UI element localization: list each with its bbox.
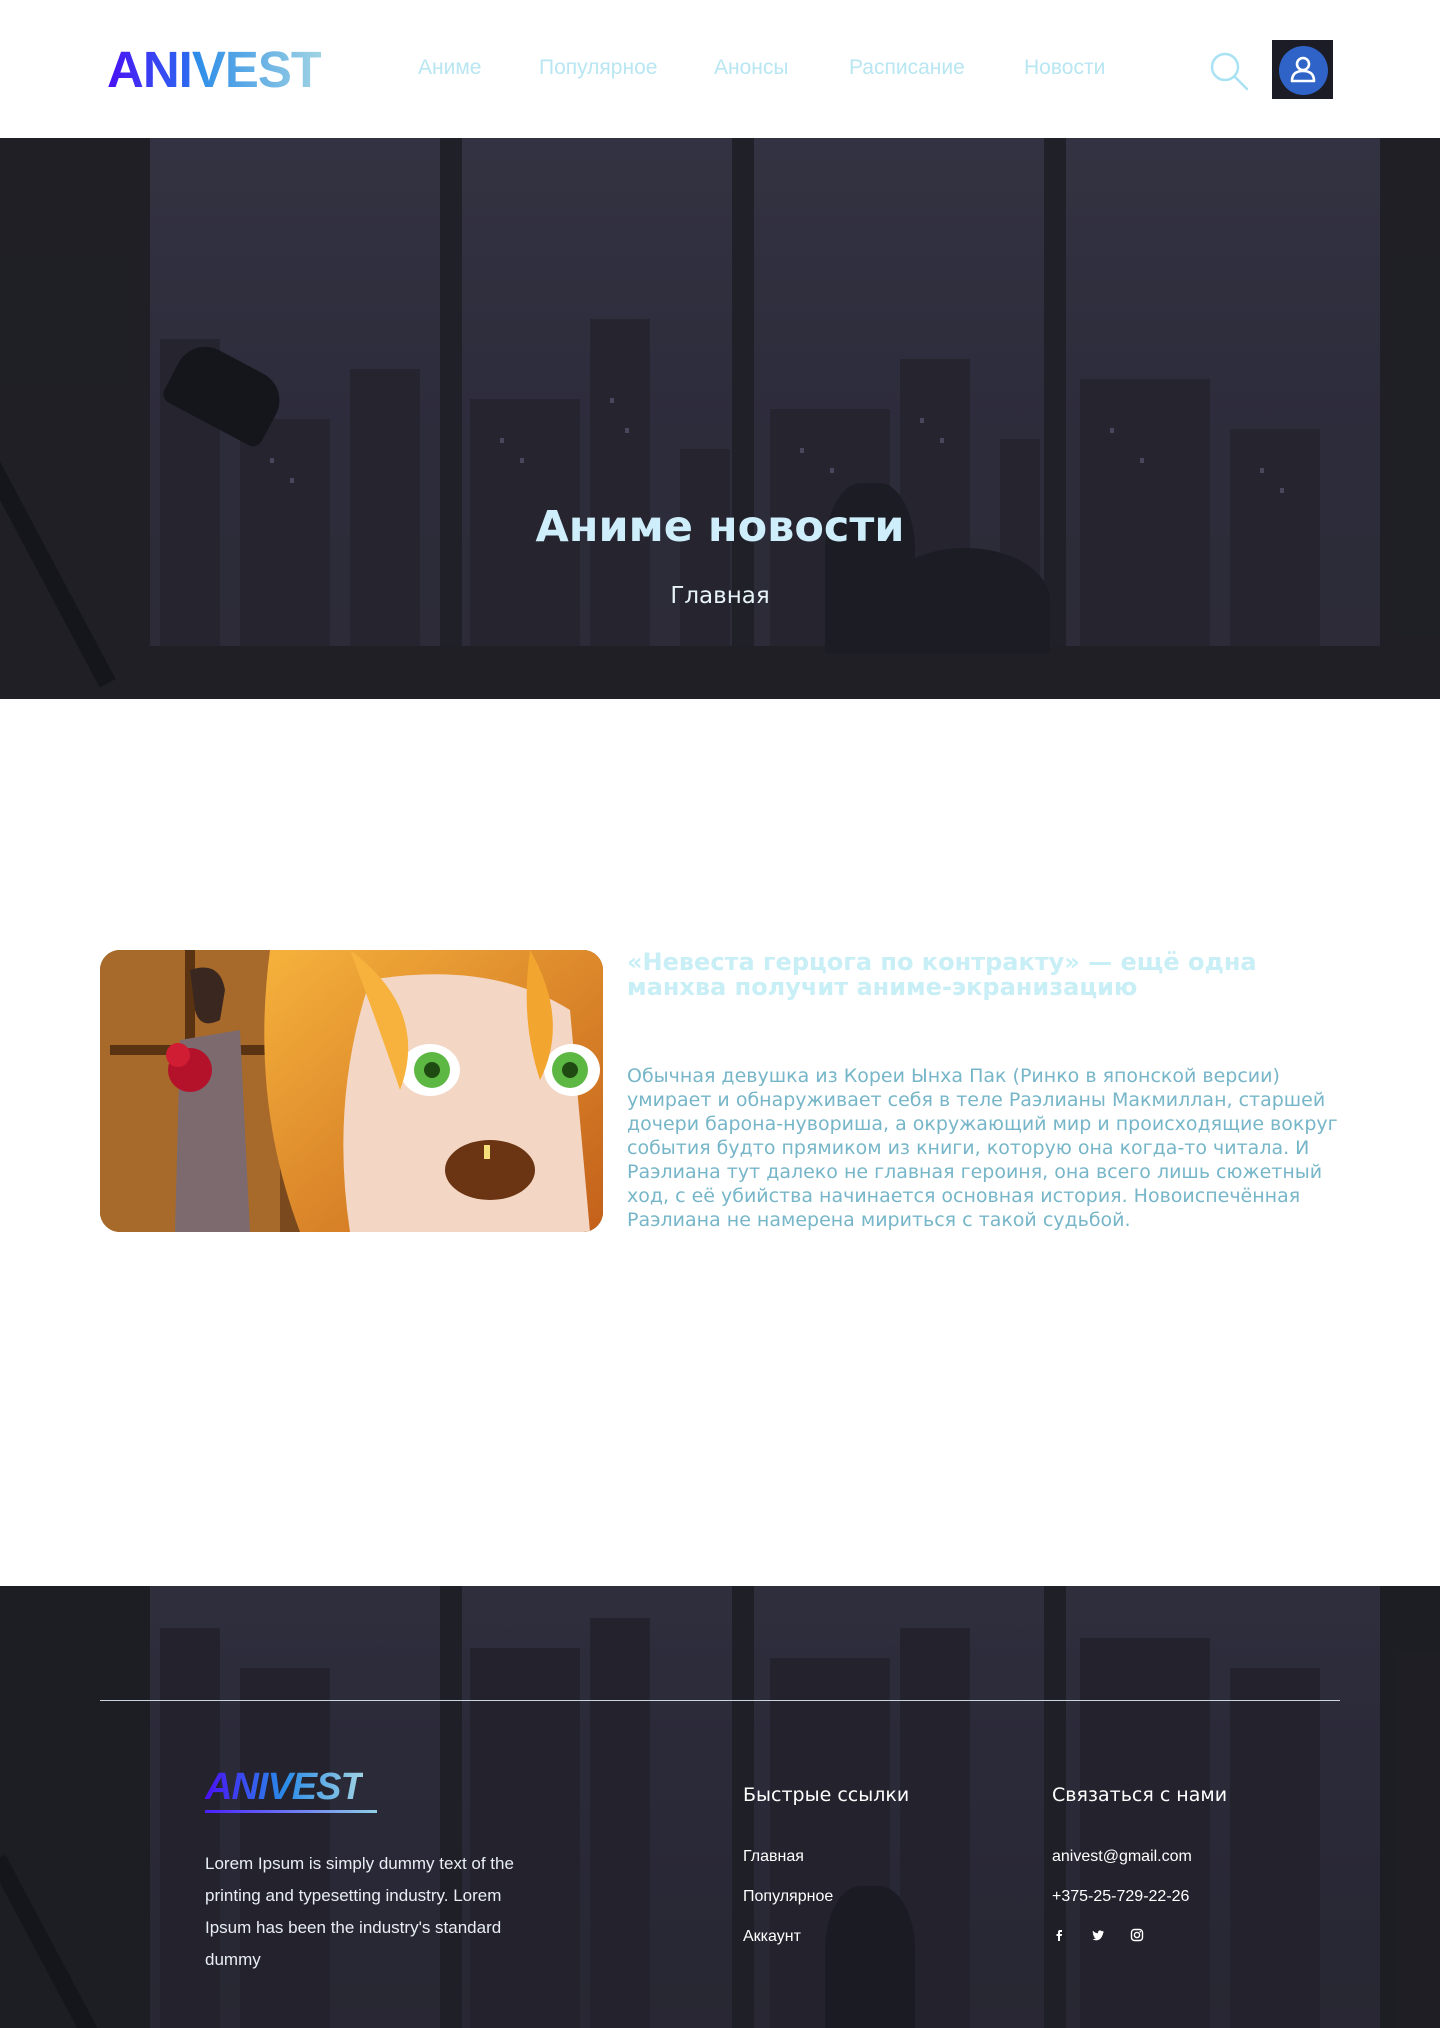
footer-divider	[100, 1700, 1340, 1701]
footer-logo[interactable]: ANIVEST	[205, 1766, 364, 1809]
nav-item-schedule[interactable]: Расписание	[849, 56, 965, 80]
article-title[interactable]: «Невеста герцога по контракту» — ещё одн…	[627, 950, 1347, 1000]
contact-heading: Связаться с нами	[1052, 1784, 1228, 1806]
nav-item-news[interactable]: Новости	[1024, 56, 1105, 80]
account-button[interactable]	[1272, 40, 1333, 99]
footer-logo-underline	[205, 1810, 377, 1813]
search-icon[interactable]	[1209, 51, 1249, 91]
nav-item-popular[interactable]: Популярное	[539, 56, 657, 80]
footer-link-home[interactable]: Главная	[743, 1848, 804, 1866]
site-footer: ANIVEST Lorem Ipsum is simply dummy text…	[0, 1586, 1440, 2028]
article-image[interactable]	[100, 950, 603, 1232]
site-logo[interactable]: ANIVEST	[107, 40, 322, 99]
site-header: ANIVEST Аниме Популярное Анонсы Расписан…	[0, 0, 1440, 138]
footer-about-text: Lorem Ipsum is simply dummy text of the …	[205, 1854, 514, 1969]
twitter-icon[interactable]	[1091, 1928, 1105, 1942]
logo-text-part1: ANI	[107, 41, 193, 98]
nav-item-anime[interactable]: Аниме	[418, 56, 481, 80]
page-title: Аниме новости	[535, 502, 905, 552]
user-icon	[1290, 56, 1316, 83]
contact-email[interactable]: anivest@gmail.com	[1052, 1848, 1192, 1866]
hero-banner: Аниме новости Главная	[0, 138, 1440, 699]
footer-link-account[interactable]: Аккаунт	[743, 1928, 801, 1946]
logo-text-part2: VEST	[191, 41, 322, 98]
facebook-icon[interactable]	[1052, 1928, 1066, 1942]
footer-link-popular[interactable]: Популярное	[743, 1888, 833, 1906]
quick-links-heading: Быстрые ссылки	[743, 1784, 910, 1806]
instagram-icon[interactable]	[1130, 1928, 1144, 1942]
nav-item-announcements[interactable]: Анонсы	[714, 56, 788, 80]
contact-phone[interactable]: +375-25-729-22-26	[1052, 1888, 1189, 1906]
breadcrumb-home[interactable]: Главная	[0, 583, 1440, 609]
article-excerpt: Обычная девушка из Кореи Ынха Пак (Ринко…	[627, 1065, 1338, 1231]
